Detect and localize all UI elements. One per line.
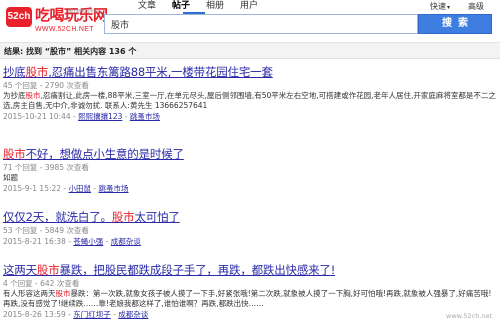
title-text: 太可怕了 [134, 210, 180, 224]
site-watermark: www.52ch.net [446, 312, 493, 320]
tab-articles[interactable]: 文章 [138, 0, 156, 14]
result-footer: 2015-10-21 10:44 - 熙熙攘攘123 - 跳蚤市场 [3, 112, 160, 121]
tab-users[interactable]: 用户 [240, 0, 258, 14]
result-item: 仅仅2天，就洗白了。股市太可怕了 53 个回复 - 5849 次查看 2015-… [3, 210, 497, 247]
tab-albums[interactable]: 相册 [206, 0, 224, 14]
logo-tagline: 重庆吃喝玩乐网 [68, 8, 98, 14]
search-button[interactable]: 搜索 [418, 14, 492, 34]
result-footer: 2015-8-21 16:38 - 苍蝇小强 - 成都杂谈 [3, 237, 141, 246]
snippet-text: 为抄底 [3, 91, 26, 100]
title-keyword-highlight: 股市 [25, 65, 49, 79]
search-box [104, 14, 418, 34]
search-results-page: 52ch 吃喝玩乐网 重庆吃喝玩乐网 WWW.52CH.NET 文章 帖子 相册… [0, 0, 500, 329]
result-footer: 2015-8-26 13:59 - 东门红坝子 - 成都杂谈 [3, 310, 149, 319]
title-keyword-highlight: 股市 [111, 210, 135, 224]
result-item: 抄底股市,忍痛出售东篱路88平米,一楼带花园住宅一套 45 个回复 - 2790… [3, 65, 497, 122]
result-item: 这两天股市暴跌，把股民都跌成段子手了，再跌，都跌出快感来了! 4 个回复 - 6… [3, 263, 497, 320]
result-summary: 结果: 找到 “股市” 相关内容 136 个 [4, 47, 137, 56]
advanced-search-link[interactable]: 高级 [468, 1, 484, 12]
result-snippet: 为抄底股市,忍痛割让,此房一楼,88平米,三室一厅,在单元尽头,屋后侧邻围墙,有… [3, 91, 497, 111]
result-meta: 4 个回复 - 642 次查看 [3, 279, 80, 288]
forum-link[interactable]: 成都杂谈 [118, 310, 148, 319]
author-link[interactable]: 小田鼠 [69, 184, 92, 193]
snippet-text: ,忍痛割让,此房一楼,88平米,三室一厅,在单元尽头,屋后侧邻围墙,有50平米左… [3, 91, 496, 110]
title-text: 抄底 [3, 65, 26, 79]
title-text: 这两天 [3, 263, 37, 277]
result-snippet: 如题 [3, 173, 497, 183]
chevron-down-icon: ▾ [447, 4, 451, 11]
title-text: 不好，想做点小生意的是时候了 [25, 147, 184, 161]
title-text: ,忍痛出售东篱路88平米,一楼带花园住宅一套 [48, 65, 273, 79]
result-summary-bar: 结果: 找到 “股市” 相关内容 136 个 [0, 42, 500, 59]
post-date: 2015-10-21 10:44 [3, 112, 71, 121]
snippet-keyword-highlight: 股市 [55, 289, 71, 298]
result-title-link[interactable]: 这两天股市暴跌，把股民都跌成段子手了，再跌，都跌出快感来了! [3, 263, 497, 277]
title-keyword-highlight: 股市 [3, 147, 26, 161]
title-keyword-highlight: 股市 [36, 263, 60, 277]
forum-link[interactable]: 成都杂谈 [111, 237, 141, 246]
post-date: 2015-8-26 13:59 [3, 310, 66, 319]
snippet-text: 有人形容这两天 [3, 289, 56, 298]
result-title-link[interactable]: 仅仅2天，就洗白了。股市太可怕了 [3, 210, 497, 224]
title-text: 仅仅2天，就洗白了。 [3, 210, 112, 224]
logo-mark: 52ch [6, 7, 32, 27]
result-snippet: 有人形容这两天股市暴跌：第一次跌,就象女孩子被人摸了一下手,好紧张哦!第二次跌,… [3, 289, 497, 309]
result-meta: 53 个回复 - 5849 次查看 [3, 226, 89, 235]
result-meta: 45 个回复 - 2790 次查看 [3, 81, 89, 90]
forum-link[interactable]: 跳蚤市场 [99, 184, 129, 193]
result-title-link[interactable]: 抄底股市,忍痛出售东篱路88平米,一楼带花园住宅一套 [3, 65, 497, 79]
author-link[interactable]: 苍蝇小强 [73, 237, 103, 246]
result-footer: 2015-9-1 15:22 - 小田鼠 - 跳蚤市场 [3, 184, 129, 193]
author-link[interactable]: 东门红坝子 [73, 310, 111, 319]
quick-menu-label: 快速 [430, 2, 446, 11]
post-date: 2015-8-21 16:38 [3, 237, 66, 246]
logo-url: WWW.52CH.NET [35, 26, 94, 33]
title-text: 暴跌，把股民都跌成段子手了，再跌，都跌出快感来了! [59, 263, 336, 277]
post-date: 2015-9-1 15:22 [3, 184, 62, 193]
forum-link[interactable]: 跳蚤市场 [130, 112, 160, 121]
quick-menu-dropdown[interactable]: 快速▾ [430, 1, 450, 12]
snippet-text: 如题 [3, 173, 18, 182]
snippet-text: 暴跌：第一次跌,就象女孩子被人摸了一下手,好紧张哦!第二次跌,就象被人摸了一下胸… [3, 289, 492, 308]
result-item: 股市不好，想做点小生意的是时候了 71 个回复 - 3985 次查看 如题 20… [3, 147, 497, 194]
result-meta: 71 个回复 - 3985 次查看 [3, 163, 89, 172]
snippet-keyword-highlight: 股市 [25, 91, 41, 100]
search-input[interactable] [105, 15, 417, 33]
author-link[interactable]: 熙熙攘攘123 [78, 112, 122, 121]
result-title-link[interactable]: 股市不好，想做点小生意的是时候了 [3, 147, 497, 161]
